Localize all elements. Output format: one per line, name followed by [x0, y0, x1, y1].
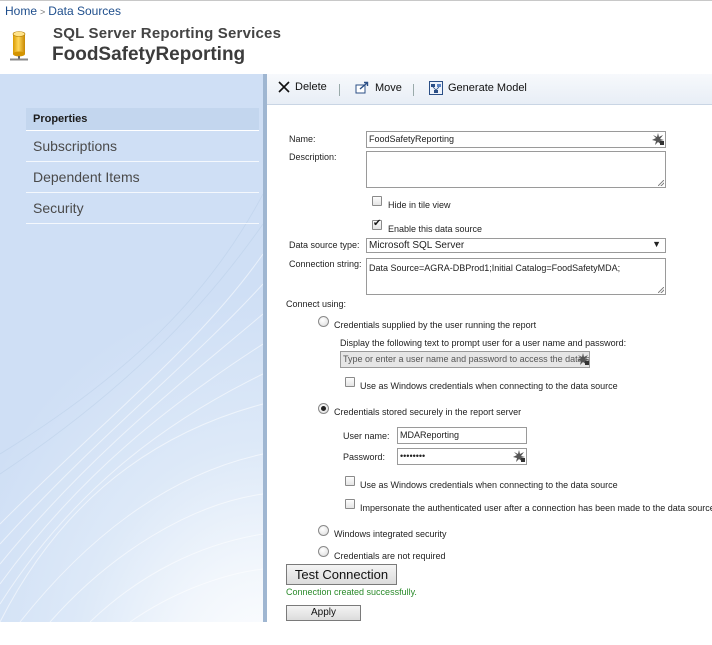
- prompt-windows-credentials-label: Use as Windows credentials when connecti…: [360, 381, 618, 391]
- resize-grip-icon[interactable]: [658, 180, 664, 186]
- data-source-type-value: Microsoft SQL Server: [369, 240, 465, 251]
- chevron-down-icon: ▼: [652, 239, 661, 249]
- resize-grip-icon[interactable]: [658, 287, 664, 293]
- breadcrumb-separator: >: [40, 7, 46, 17]
- delete-x-icon: [278, 81, 290, 93]
- password-value: ••••••••: [400, 451, 426, 461]
- connection-string-value: Data Source=AGRA-DBProd1;Initial Catalog…: [369, 263, 621, 273]
- toolbar-separator: [339, 84, 340, 96]
- sidebar-nav: Properties Subscriptions Dependent Items…: [26, 108, 259, 224]
- data-source-type-label: Data source type:: [289, 240, 360, 250]
- move-icon: [355, 81, 369, 94]
- prompt-windows-credentials-checkbox[interactable]: [345, 377, 355, 387]
- apply-button[interactable]: Apply: [286, 605, 361, 621]
- connection-status-message: Connection created successfully.: [286, 587, 417, 597]
- data-source-type-select[interactable]: Microsoft SQL Server ▼: [366, 238, 666, 253]
- spell-check-icon[interactable]: [651, 132, 665, 146]
- enable-data-source-checkbox[interactable]: [372, 218, 382, 230]
- stored-windows-credentials-label: Use as Windows credentials when connecti…: [360, 480, 618, 490]
- generate-model-button[interactable]: Generate Model: [429, 81, 527, 95]
- password-label: Password:: [343, 452, 386, 462]
- credentials-stored-label: Credentials stored securely in the repor…: [334, 407, 522, 417]
- stored-windows-credentials-checkbox[interactable]: [345, 476, 355, 486]
- description-textarea[interactable]: [366, 151, 666, 188]
- prompt-text-value: Type or enter a user name and password t…: [343, 354, 590, 364]
- username-value: MDAReporting: [400, 430, 460, 440]
- toolbar-separator: [413, 84, 414, 96]
- connection-string-label: Connection string:: [289, 259, 362, 269]
- credentials-stored-radio[interactable]: [318, 403, 329, 414]
- generate-model-icon: [429, 81, 443, 95]
- hide-in-tile-view-checkbox[interactable]: [372, 196, 382, 206]
- name-input[interactable]: FoodSafetyReporting: [366, 131, 666, 148]
- generate-model-label: Generate Model: [448, 82, 527, 94]
- data-source-icon: [10, 31, 28, 61]
- prompt-text-input[interactable]: Type or enter a user name and password t…: [340, 351, 590, 368]
- delete-label: Delete: [295, 81, 327, 93]
- move-label: Move: [375, 81, 402, 94]
- breadcrumb-data-sources-link[interactable]: Data Sources: [48, 4, 121, 18]
- windows-integrated-label: Windows integrated security: [334, 529, 447, 539]
- panel-divider: [263, 74, 267, 622]
- app-title: SQL Server Reporting Services: [53, 25, 282, 42]
- name-label: Name:: [289, 134, 316, 144]
- left-panel: Properties Subscriptions Dependent Items…: [0, 74, 263, 622]
- hide-in-tile-view-label: Hide in tile view: [388, 200, 451, 210]
- windows-integrated-radio[interactable]: [318, 525, 329, 536]
- sidebar-item-properties[interactable]: Properties: [26, 108, 259, 131]
- enable-data-source-label: Enable this data source: [388, 224, 483, 234]
- sidebar-item-subscriptions[interactable]: Subscriptions: [26, 131, 259, 162]
- toolbar: Delete Move Generate Model: [267, 74, 712, 105]
- credentials-not-required-radio[interactable]: [318, 546, 329, 557]
- spell-check-icon[interactable]: [512, 449, 526, 463]
- top-border: [0, 0, 712, 1]
- sidebar-item-security[interactable]: Security: [26, 193, 259, 224]
- name-input-value: FoodSafetyReporting: [369, 134, 455, 144]
- delete-button[interactable]: Delete: [278, 81, 327, 93]
- spell-check-icon[interactable]: [576, 352, 590, 366]
- sidebar-item-dependent-items[interactable]: Dependent Items: [26, 162, 259, 193]
- connection-string-textarea[interactable]: Data Source=AGRA-DBProd1;Initial Catalog…: [366, 258, 666, 295]
- credentials-prompt-radio[interactable]: [318, 316, 329, 327]
- connect-using-label: Connect using:: [286, 299, 347, 309]
- username-label: User name:: [343, 431, 390, 441]
- move-button[interactable]: Move: [355, 81, 402, 94]
- description-label: Description:: [289, 152, 337, 162]
- impersonate-label: Impersonate the authenticated user after…: [360, 503, 712, 513]
- password-input[interactable]: ••••••••: [397, 448, 527, 465]
- username-input[interactable]: MDAReporting: [397, 427, 527, 444]
- prompt-text-label: Display the following text to prompt use…: [340, 338, 627, 348]
- page-title: FoodSafetyReporting: [52, 44, 246, 65]
- breadcrumb-home-link[interactable]: Home: [5, 4, 37, 18]
- credentials-prompt-label: Credentials supplied by the user running…: [334, 320, 537, 330]
- impersonate-checkbox[interactable]: [345, 499, 355, 509]
- test-connection-button[interactable]: Test Connection: [286, 564, 397, 585]
- breadcrumb: Home > Data Sources: [5, 4, 121, 18]
- credentials-not-required-label: Credentials are not required: [334, 551, 446, 561]
